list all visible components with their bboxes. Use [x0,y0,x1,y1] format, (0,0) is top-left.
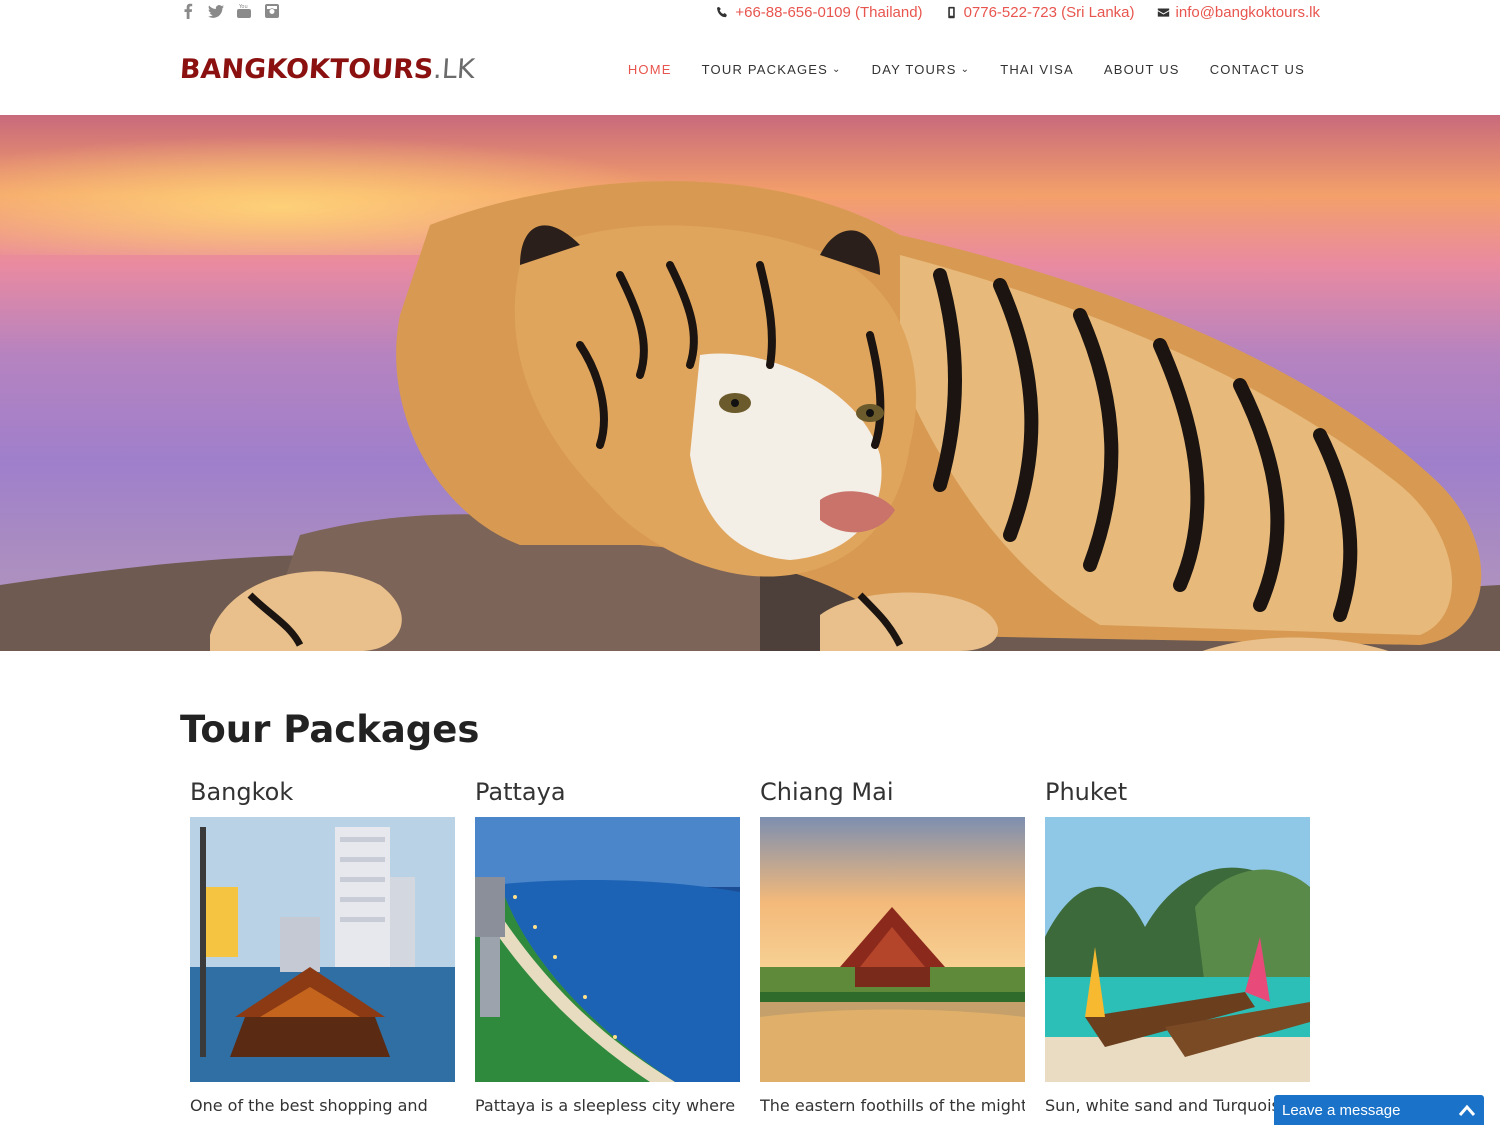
tour-card-title[interactable]: Phuket [1045,778,1310,817]
svg-text:You: You [238,4,248,10]
nav-contact-us-label: CONTACT US [1209,62,1305,77]
envelope-icon [1157,8,1169,17]
nav-home[interactable]: HOME [628,62,672,77]
hero-banner [0,115,1500,651]
nav-tour-packages[interactable]: TOUR PACKAGES ⌄ [702,62,842,77]
tour-card-phuket[interactable]: Phuket Sun, white sand and Turquoise b [1045,778,1310,1117]
top-bar: You +66-88-656-0109 (Thailand) 0776-522-… [0,0,1500,26]
logo-main-text: BANGKOKTOURS [178,54,435,85]
tour-card-title[interactable]: Chiang Mai [760,778,1025,817]
bangkok-image[interactable] [190,817,455,1082]
logo-tld-text: .LK [432,54,476,85]
main-nav: HOME TOUR PACKAGES ⌄ DAY TOURS ⌄ THAI VISA… [628,62,1305,77]
nav-home-label: HOME [627,62,672,77]
leave-message-widget[interactable]: Leave a message [1274,1095,1484,1125]
mobile-icon [947,6,955,19]
chevron-down-icon: ⌄ [832,64,842,75]
phuket-image[interactable] [1045,817,1310,1082]
contact-phone-srilanka[interactable]: 0776-522-723 (Sri Lanka) [945,4,1135,21]
section-title: Tour Packages [180,708,480,751]
tour-card-title[interactable]: Pattaya [475,778,740,817]
tour-card-text: Sun, white sand and Turquoise b [1045,1096,1305,1115]
tiger-hero-image [0,181,1500,651]
chevron-up-icon[interactable] [1458,1103,1476,1117]
pattaya-image[interactable] [475,817,740,1082]
nav-about-us[interactable]: ABOUT US [1104,62,1180,77]
chiang-mai-image[interactable] [760,817,1025,1082]
nav-about-us-label: ABOUT US [1103,62,1180,77]
tour-card-text: One of the best shopping and [190,1096,428,1115]
nav-tour-packages-label: TOUR PACKAGES [701,62,829,77]
site-logo[interactable]: BANGKOKTOURS.LK [179,54,476,85]
chevron-down-icon: ⌄ [960,64,971,75]
contact-email[interactable]: info@bangkoktours.lk [1157,4,1320,21]
nav-day-tours[interactable]: DAY TOURS ⌄ [872,62,971,77]
facebook-icon[interactable] [180,3,196,21]
tour-card-title[interactable]: Bangkok [190,778,455,817]
tour-card-text: Pattaya is a sleepless city where [475,1096,736,1115]
contact-phone-srilanka-text[interactable]: 0776-522-723 (Sri Lanka) [964,4,1135,21]
tour-packages-grid: Bangkok One of the best shopping and Pat… [190,778,1310,1117]
contact-email-text[interactable]: info@bangkoktours.lk [1176,4,1320,21]
instagram-icon[interactable] [264,3,280,21]
contact-phone-thailand-text[interactable]: +66-88-656-0109 (Thailand) [735,4,922,21]
youtube-icon[interactable]: You [236,3,252,21]
leave-message-label: Leave a message [1282,1101,1401,1119]
tour-card-bangkok[interactable]: Bangkok One of the best shopping and [190,778,455,1117]
nav-contact-us[interactable]: CONTACT US [1210,62,1305,77]
contact-phone-thailand[interactable]: +66-88-656-0109 (Thailand) [716,4,923,21]
contact-info: +66-88-656-0109 (Thailand) 0776-522-723 … [716,4,1320,21]
twitter-icon[interactable] [208,3,224,21]
nav-thai-visa[interactable]: THAI VISA [1000,62,1074,77]
nav-thai-visa-label: THAI VISA [1000,62,1074,77]
nav-day-tours-label: DAY TOURS [871,62,957,77]
site-header: BANGKOKTOURS.LK HOME TOUR PACKAGES ⌄ DAY … [0,26,1500,115]
tour-card-chiang-mai[interactable]: Chiang Mai The eastern foothills of the … [760,778,1025,1117]
social-links: You [180,3,280,21]
phone-icon [717,6,728,18]
tour-card-pattaya[interactable]: Pattaya Pattaya is a sleepless city wher… [475,778,740,1117]
tour-card-text: The eastern foothills of the mighty [760,1096,1025,1115]
